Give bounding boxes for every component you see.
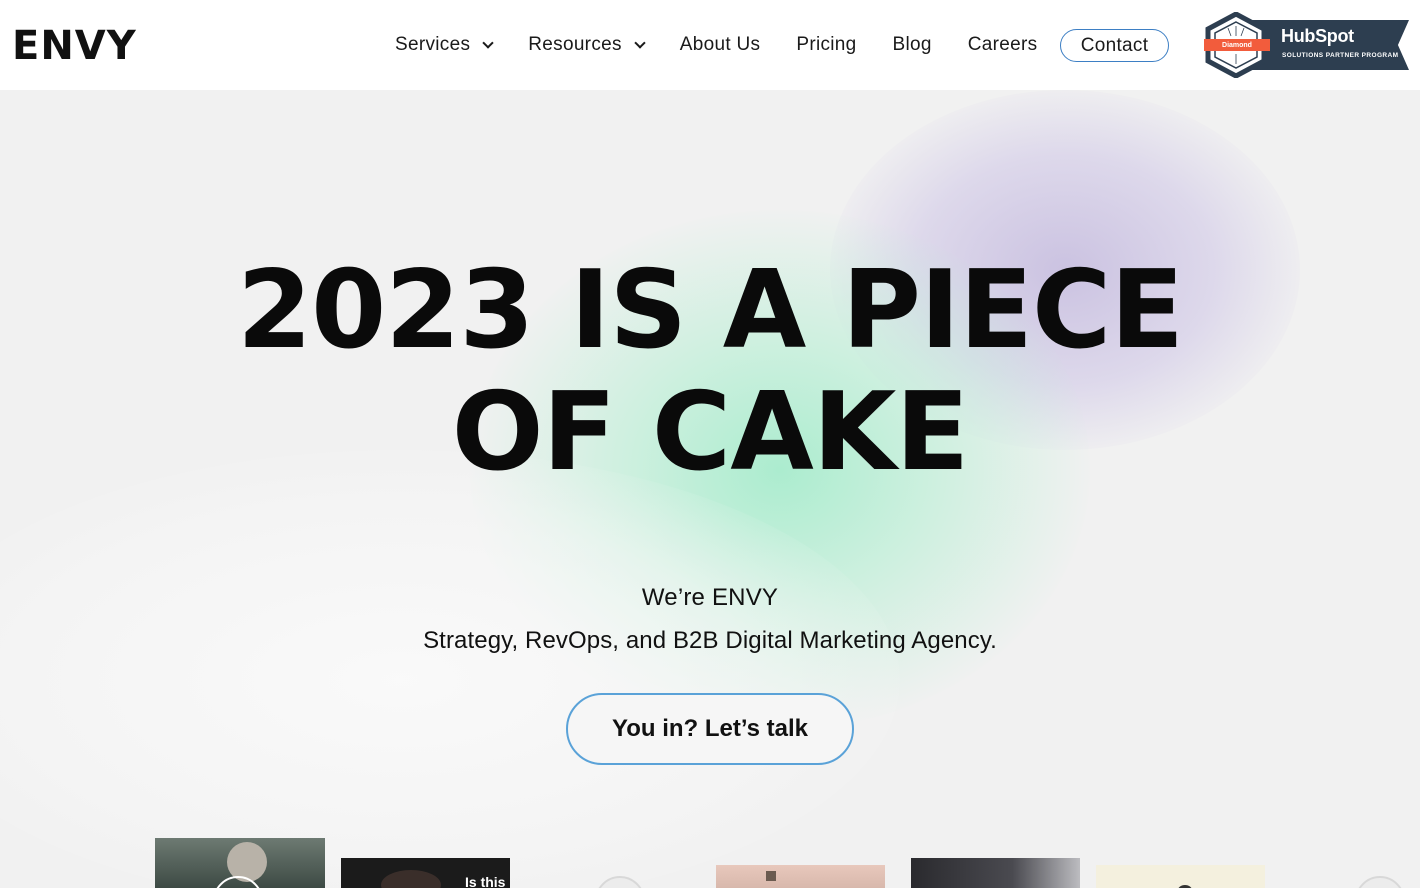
hero-section: 2023 IS A PIECE OF CAKE We’re ENVY Strat… — [0, 90, 1420, 888]
thumbnail-image — [766, 871, 776, 881]
video-thumbnail-4[interactable] — [911, 858, 1080, 888]
carousel-dot-icon[interactable] — [1355, 876, 1405, 888]
thumbnail-image — [381, 870, 441, 888]
nav-blog[interactable]: Blog — [893, 34, 932, 56]
nav-resources-label: Resources — [528, 34, 622, 55]
nav-careers-label: Careers — [967, 34, 1038, 55]
nav-services-label: Services — [395, 34, 471, 55]
nav-pricing[interactable]: Pricing — [796, 34, 856, 56]
nav-about-us[interactable]: About Us — [680, 34, 761, 56]
hero-headline: 2023 IS A PIECE OF CAKE — [0, 250, 1420, 494]
badge-tier: Diamond — [1204, 39, 1270, 51]
lets-talk-button[interactable]: You in? Let’s talk — [566, 693, 854, 765]
hero-intro: We’re ENVY — [641, 584, 779, 611]
contact-button[interactable]: Contact — [1060, 29, 1169, 62]
chevron-down-icon — [634, 37, 646, 49]
chevron-down-icon — [482, 37, 494, 49]
hubspot-partner-badge[interactable]: Diamond HubSpot SOLUTIONS PARTNER PROGRA… — [1203, 12, 1409, 78]
nav-careers[interactable]: Careers — [968, 34, 1038, 56]
badge-title: HubSpot — [1281, 26, 1354, 46]
site-header: ENVY Services Resources About Us Pricing… — [0, 0, 1420, 90]
hero-tagline: Strategy, RevOps, and B2B Digital Market… — [423, 627, 997, 654]
nav-resources[interactable]: Resources — [528, 34, 646, 56]
nav-pricing-label: Pricing — [796, 34, 857, 55]
badge-tier-label: Diamond — [1222, 41, 1252, 49]
headline-line-1: 2023 IS A PIECE — [236, 248, 1184, 373]
video-thumbnail-1[interactable] — [155, 838, 325, 888]
main-nav: Services Resources About Us Pricing Blog… — [395, 28, 1073, 62]
video-thumbnail-3[interactable] — [716, 865, 885, 888]
nav-about-us-label: About Us — [679, 34, 761, 55]
nav-services[interactable]: Services — [395, 34, 494, 56]
video-thumbnail-2[interactable]: Is this — [341, 858, 510, 888]
thumbnail-caption: Is this — [465, 874, 506, 888]
video-thumbnail-5[interactable] — [1096, 865, 1265, 888]
badge-subtitle: SOLUTIONS PARTNER PROGRAM — [1282, 52, 1399, 59]
envy-logo[interactable]: ENVY — [12, 26, 137, 66]
nav-blog-label: Blog — [892, 34, 932, 55]
headline-line-2: OF CAKE — [451, 370, 970, 495]
